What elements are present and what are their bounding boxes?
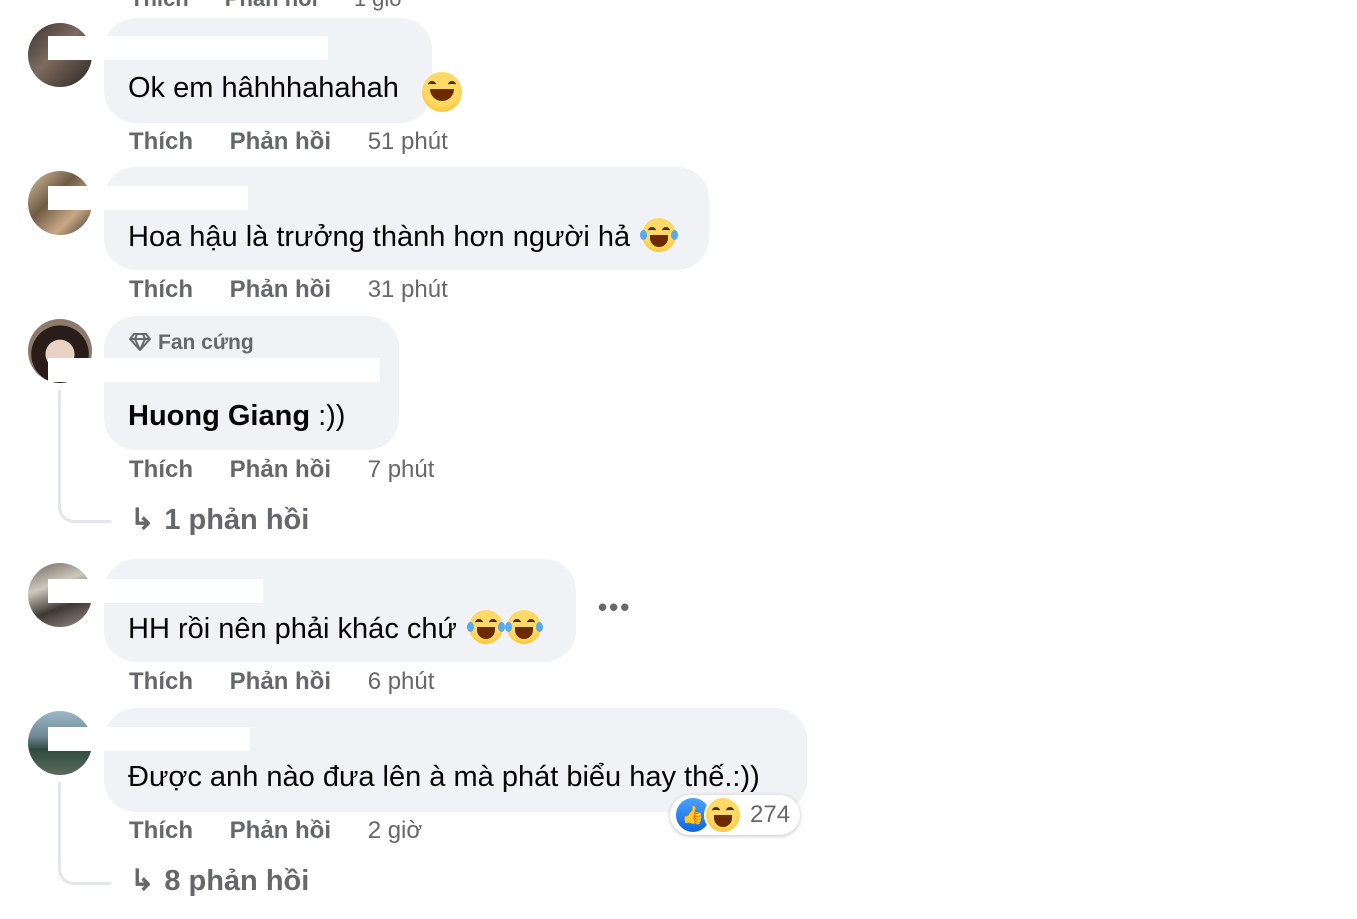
comment-actions: Thích Phản hồi 51 phút — [129, 128, 448, 156]
comment-time[interactable]: 31 phút — [368, 276, 448, 303]
top-fan-badge: Fan cứng — [128, 331, 254, 355]
crying-laughing-emoji-icon — [504, 610, 543, 644]
comment-actions: Thích Phản hồi 6 phút — [129, 668, 434, 696]
comment-actions: Thích Phản hồi 2 giờ — [129, 817, 422, 845]
prev-time: 1 giờ — [354, 0, 404, 11]
thread-line — [58, 782, 111, 885]
name-redaction — [48, 579, 263, 603]
view-replies-link[interactable]: ↳ 1 phản hồi — [130, 502, 309, 537]
commenter-name-redacted[interactable] — [128, 380, 376, 394]
like-button[interactable]: Thích — [129, 128, 193, 155]
comment-text-content: Ok em hâhhhahahah — [128, 72, 399, 104]
badge-label: Fan cứng — [158, 331, 254, 354]
like-button[interactable]: Thích — [129, 456, 193, 483]
comment-text-content: :)) — [310, 400, 346, 432]
reply-button[interactable]: Phản hồi — [230, 276, 331, 303]
comment-text: Huong Giang :)) — [128, 398, 345, 434]
comment-text: Hoa hậu là trưởng thành hơn người hả — [128, 218, 679, 255]
comment-time[interactable]: 2 giờ — [368, 817, 422, 844]
reactions-summary[interactable]: 👍 274 — [670, 795, 801, 835]
comment-text: Được anh nào đưa lên à mà phát biểu hay … — [128, 759, 760, 795]
name-redaction — [48, 186, 248, 210]
more-options-icon[interactable]: ••• — [598, 592, 631, 623]
reply-button[interactable]: Phản hồi — [230, 668, 331, 695]
name-redaction — [48, 727, 250, 751]
prev-like[interactable]: Thích — [130, 0, 189, 11]
reply-arrow-icon: ↳ — [130, 504, 155, 536]
comment-actions: Thích Phản hồi 31 phút — [129, 276, 448, 304]
reply-button[interactable]: Phản hồi — [230, 817, 331, 844]
like-button[interactable]: Thích — [129, 817, 193, 844]
laughing-emoji-icon — [418, 72, 462, 112]
comment-text-content: Hoa hậu là trưởng thành hơn người hả — [128, 221, 631, 253]
like-button[interactable]: Thích — [129, 276, 193, 303]
comment-text: HH rồi nên phải khác chứ — [128, 610, 543, 647]
comment-time[interactable]: 7 phút — [368, 456, 435, 483]
reply-arrow-icon: ↳ — [130, 865, 155, 897]
crying-laughing-emoji-icon — [640, 218, 679, 252]
prev-actions-cut: Thích Phản hồi 1 giờ — [130, 0, 404, 12]
prev-reply[interactable]: Phản hồi — [225, 0, 318, 11]
name-redaction — [48, 358, 380, 382]
mention-link[interactable]: Huong Giang — [128, 400, 310, 432]
crying-laughing-emoji-icon — [466, 610, 505, 644]
comment-time[interactable]: 51 phút — [368, 128, 448, 155]
replies-count: 1 phản hồi — [164, 504, 310, 536]
reply-button[interactable]: Phản hồi — [230, 128, 331, 155]
haha-reaction-icon — [704, 796, 742, 834]
comment-text-content: HH rồi nên phải khác chứ — [128, 613, 457, 645]
reply-button[interactable]: Phản hồi — [230, 456, 331, 483]
comment-text: Ok em hâhhhahahah — [128, 70, 399, 106]
comment-actions: Thích Phản hồi 7 phút — [129, 456, 434, 484]
diamond-icon — [129, 333, 151, 351]
comment-time[interactable]: 6 phút — [368, 668, 435, 695]
reaction-count: 274 — [750, 801, 791, 828]
view-replies-link[interactable]: ↳ 8 phản hồi — [130, 863, 309, 898]
name-redaction — [48, 36, 328, 60]
replies-count: 8 phản hồi — [164, 865, 310, 897]
comment-text-content: Được anh nào đưa lên à mà phát biểu hay … — [128, 761, 760, 793]
like-button[interactable]: Thích — [129, 668, 193, 695]
